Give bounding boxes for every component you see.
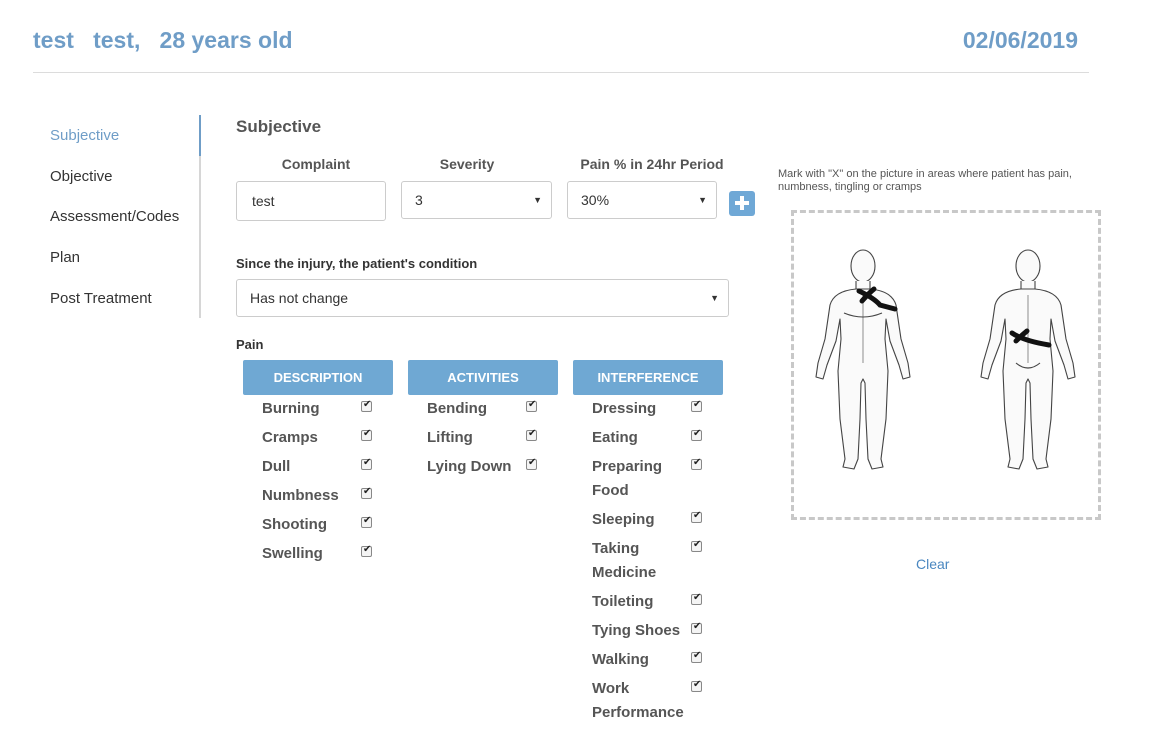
plus-icon bbox=[735, 196, 749, 210]
condition-select[interactable]: Has not change ▼ bbox=[236, 279, 729, 317]
nav-item-post-treatment[interactable]: Post Treatment bbox=[50, 290, 152, 307]
body-diagram bbox=[815, 249, 1076, 470]
body-chart-canvas[interactable] bbox=[791, 210, 1101, 520]
dull-checkbox[interactable] bbox=[361, 457, 372, 470]
burning-checkbox[interactable] bbox=[361, 399, 372, 412]
taking-medicine-checkbox[interactable] bbox=[691, 539, 702, 552]
checkbox-label: Walking bbox=[592, 651, 649, 668]
description-header: DESCRIPTION bbox=[243, 360, 393, 395]
walking-checkbox[interactable] bbox=[691, 650, 702, 663]
body-chart-instruction: Mark with "X" on the picture in areas wh… bbox=[778, 168, 1072, 193]
visit-date: 02/06/2019 bbox=[962, 27, 1078, 53]
preparing-food-checkbox[interactable] bbox=[691, 457, 702, 470]
nav-item-assessment-codes[interactable]: Assessment/Codes bbox=[50, 208, 179, 225]
swelling-checkbox[interactable] bbox=[361, 544, 372, 557]
checkbox-label: Dressing bbox=[592, 400, 657, 417]
numbness-checkbox[interactable] bbox=[361, 486, 372, 499]
checkbox-label: Bending bbox=[427, 400, 487, 417]
section-nav: Subjective Objective Assessment/Codes Pl… bbox=[33, 115, 201, 318]
checkbox-label: Burning bbox=[262, 400, 320, 417]
active-indicator bbox=[199, 115, 201, 156]
pain-label: Pain bbox=[236, 337, 264, 352]
pain-percent-value: 30% bbox=[581, 192, 610, 208]
interference-header: INTERFERENCE bbox=[573, 360, 723, 395]
complaint-input[interactable] bbox=[236, 181, 386, 221]
caret-down-icon: ▼ bbox=[533, 195, 542, 205]
nav-item-plan[interactable]: Plan bbox=[50, 249, 80, 266]
condition-value: Has not change bbox=[250, 290, 349, 306]
patient-header: test test, 28 years old 02/06/2019 bbox=[33, 0, 1089, 73]
nav-item-subjective[interactable]: Subjective bbox=[50, 127, 119, 144]
complaint-header: Complaint bbox=[281, 156, 351, 172]
condition-label: Since the injury, the patient's conditio… bbox=[236, 256, 478, 271]
pain-percent-select[interactable]: 30% ▼ bbox=[567, 181, 717, 219]
shooting-checkbox[interactable] bbox=[361, 515, 372, 528]
severity-value: 3 bbox=[415, 192, 423, 208]
tying-shoes-checkbox[interactable] bbox=[691, 621, 702, 634]
sleeping-checkbox[interactable] bbox=[691, 510, 702, 523]
checkbox-label: Sleeping bbox=[592, 511, 655, 528]
checkbox-label: Shooting bbox=[262, 516, 327, 533]
caret-down-icon: ▼ bbox=[698, 195, 707, 205]
severity-select[interactable]: 3 ▼ bbox=[401, 181, 552, 219]
work-performance-checkbox[interactable] bbox=[691, 679, 702, 692]
dressing-checkbox[interactable] bbox=[691, 399, 702, 412]
eating-checkbox[interactable] bbox=[691, 428, 702, 441]
nav-item-objective[interactable]: Objective bbox=[50, 168, 113, 185]
clear-link[interactable]: Clear bbox=[916, 556, 949, 572]
back-body-figure bbox=[980, 249, 1076, 470]
checkbox-label: Dull bbox=[262, 458, 291, 475]
checkbox-label: Swelling bbox=[262, 545, 323, 562]
caret-down-icon: ▼ bbox=[710, 293, 719, 303]
checkbox-label: Cramps bbox=[262, 429, 318, 446]
checkbox-label: Tying Shoes bbox=[592, 622, 681, 639]
add-complaint-button[interactable] bbox=[729, 191, 755, 216]
lying-down-checkbox[interactable] bbox=[526, 457, 537, 470]
pain-percent-header: Pain % in 24hr Period bbox=[580, 156, 724, 172]
patient-name: test test, 28 years old bbox=[33, 27, 293, 53]
checkbox-label: Toileting bbox=[592, 593, 654, 610]
lifting-checkbox[interactable] bbox=[526, 428, 537, 441]
toileting-checkbox[interactable] bbox=[691, 592, 702, 605]
checkbox-label: Numbness bbox=[262, 487, 339, 504]
front-body-figure bbox=[815, 249, 911, 470]
checkbox-label: Lifting bbox=[427, 429, 473, 446]
section-title: Subjective bbox=[236, 117, 322, 136]
bending-checkbox[interactable] bbox=[526, 399, 537, 412]
activities-header: ACTIVITIES bbox=[408, 360, 558, 395]
checkbox-label: Taking Medicine bbox=[592, 540, 657, 581]
cramps-checkbox[interactable] bbox=[361, 428, 372, 441]
checkbox-label: Eating bbox=[592, 429, 638, 446]
checkbox-label: Preparing Food bbox=[592, 458, 663, 499]
checkbox-label: Work Performance bbox=[592, 680, 684, 721]
checkbox-label: Lying Down bbox=[427, 458, 512, 475]
severity-header: Severity bbox=[439, 156, 495, 172]
